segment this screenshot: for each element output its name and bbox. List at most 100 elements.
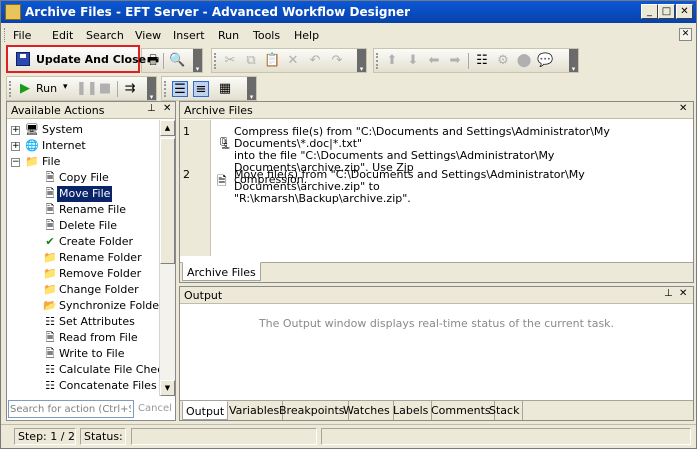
menu-search[interactable]: Search xyxy=(86,29,124,42)
toolbar-separator xyxy=(117,81,118,97)
menu-file[interactable]: File xyxy=(13,29,31,42)
output-close-icon[interactable]: ✕ xyxy=(679,288,687,299)
tab-breakpoints[interactable]: Breakpoints xyxy=(276,401,349,420)
step-2-line: Move file(s) from "C:\Documents and Sett… xyxy=(234,168,585,193)
minimize-button[interactable]: _ xyxy=(641,4,658,19)
text-align-icon[interactable]: ≡ xyxy=(193,81,209,97)
step-1-line: Compress file(s) from "C:\Documents and … xyxy=(234,125,610,150)
step-2-line: "R:\kmarsh\Backup\archive.zip". xyxy=(234,192,411,205)
change-folder-icon: 📁 xyxy=(43,283,57,296)
find-icon[interactable]: 🔍 xyxy=(169,53,185,69)
scroll-thumb[interactable] xyxy=(160,138,175,264)
menu-tools[interactable]: Tools xyxy=(253,29,280,42)
redo-icon[interactable]: ↷ xyxy=(329,53,345,69)
menu-insert[interactable]: Insert xyxy=(173,29,205,42)
step-number: 2 xyxy=(183,168,190,181)
close-button[interactable]: ✕ xyxy=(676,4,693,19)
tab-variables[interactable]: Variables xyxy=(226,401,284,420)
action-search-input[interactable] xyxy=(9,401,131,417)
title-bar[interactable]: Archive Files - EFT Server - Advanced Wo… xyxy=(1,1,696,23)
workflow-editor-panel: Archive Files ✕ 1 🗜 Compress file(s) fro… xyxy=(179,101,694,283)
menu-grip[interactable] xyxy=(4,28,7,42)
tab-output[interactable]: Output xyxy=(182,401,229,420)
step-indicator: Step: 1 / 2 xyxy=(14,428,76,445)
layout-icon[interactable]: ▦ xyxy=(217,81,233,97)
rename-file-icon: 🗎 xyxy=(45,203,55,216)
scroll-down-icon[interactable]: ▼ xyxy=(160,380,175,396)
toolbar-grip[interactable] xyxy=(9,81,12,97)
print-icon[interactable]: 🖶 xyxy=(145,53,161,69)
scroll-up-icon[interactable]: ▲ xyxy=(160,120,175,136)
tree-label: Delete File xyxy=(59,219,118,232)
cut-icon[interactable]: ✂ xyxy=(222,53,238,69)
undo-icon[interactable]: ↶ xyxy=(307,53,323,69)
toolbar-overflow-button[interactable]: ▾ xyxy=(247,77,256,101)
search-cancel-button[interactable]: Cancel xyxy=(138,403,172,414)
tree-scrollbar[interactable]: ▲ ▼ xyxy=(159,120,175,396)
create-folder-icon: ✔ xyxy=(45,235,55,248)
tree-label: Rename Folder xyxy=(59,251,142,264)
menu-edit[interactable]: Edit xyxy=(52,29,73,42)
properties-icon[interactable]: ☷ xyxy=(474,53,490,69)
run-icon[interactable]: ▶ xyxy=(17,81,33,97)
tab-stack[interactable]: Stack xyxy=(486,401,524,420)
tab-watches[interactable]: Watches xyxy=(340,401,394,420)
action-search-box[interactable] xyxy=(8,400,134,418)
panel-close-icon[interactable]: ✕ xyxy=(163,103,171,114)
menu-close-icon[interactable]: ✕ xyxy=(679,28,692,41)
expand-icon[interactable]: + xyxy=(11,126,20,135)
step-down-icon[interactable]: ⬇ xyxy=(405,53,421,69)
delete-icon[interactable]: ✕ xyxy=(285,53,301,69)
collapse-icon[interactable]: − xyxy=(11,158,20,167)
toolbar-overflow-button[interactable]: ▾ xyxy=(569,49,578,73)
expand-icon[interactable]: + xyxy=(11,142,20,151)
write-file-icon: 🗎 xyxy=(45,347,55,360)
pause-icon[interactable]: ❚❚ xyxy=(76,81,98,97)
step-out-icon[interactable]: ➡ xyxy=(447,53,463,69)
tree-label: Concatenate Files xyxy=(59,379,157,392)
comment-icon[interactable]: 💬 xyxy=(537,53,553,69)
status-extra xyxy=(321,428,691,445)
tree-label: Synchronize Folders xyxy=(59,299,159,312)
pin-icon[interactable]: ⊥ xyxy=(664,288,673,299)
menu-help[interactable]: Help xyxy=(294,29,319,42)
step-number: 1 xyxy=(183,125,190,138)
update-and-close-button[interactable]: Update And Close xyxy=(6,45,146,73)
step-2[interactable]: Move file(s) from "C:\Documents and Sett… xyxy=(234,169,674,205)
stop-icon[interactable]: ■ xyxy=(97,81,113,97)
pin-icon[interactable]: ⊥ xyxy=(147,103,156,114)
read-file-icon: 🗎 xyxy=(45,331,55,344)
status-label: Status: xyxy=(80,428,126,445)
step-over-icon[interactable]: ⇉ xyxy=(122,81,138,97)
breakpoint-icon[interactable]: ⬤ xyxy=(516,53,532,69)
tab-comments[interactable]: Comments xyxy=(428,401,495,420)
available-actions-title: Available Actions xyxy=(11,104,105,117)
copy-icon[interactable]: ⧉ xyxy=(243,53,259,69)
toolbar-overflow-button[interactable]: ▾ xyxy=(357,49,366,73)
step-up-icon[interactable]: ⬆ xyxy=(384,53,400,69)
toolbar-grip[interactable] xyxy=(164,81,167,97)
menu-run[interactable]: Run xyxy=(218,29,239,42)
app-icon xyxy=(5,4,21,20)
toolbar-grip[interactable] xyxy=(214,53,217,69)
step-into-icon[interactable]: ⬅ xyxy=(426,53,442,69)
gear-icon[interactable]: ⚙ xyxy=(495,53,511,69)
menu-view[interactable]: View xyxy=(135,29,161,42)
toolbar-overflow-button[interactable]: ▾ xyxy=(147,77,156,101)
tab-labels[interactable]: Labels xyxy=(390,401,433,420)
run-dropdown-icon[interactable]: ▾ xyxy=(63,82,68,92)
line-numbers-icon[interactable]: ☰ xyxy=(172,81,188,97)
tree-label: Write to File xyxy=(59,347,125,360)
editor-close-icon[interactable]: ✕ xyxy=(679,103,687,114)
toolbar-overflow-button[interactable]: ▾ xyxy=(193,49,202,73)
run-button-label[interactable]: Run xyxy=(36,82,57,95)
globe-icon: 🌐 xyxy=(25,139,39,152)
paste-icon[interactable]: 📋 xyxy=(264,53,280,69)
tab-archive-files[interactable]: Archive Files xyxy=(182,262,261,281)
delete-file-icon: 🗎 xyxy=(45,219,55,232)
computer-icon: 🖥 xyxy=(25,123,39,136)
app-window: Archive Files - EFT Server - Advanced Wo… xyxy=(0,0,697,449)
maximize-button[interactable]: □ xyxy=(658,4,675,19)
tree-label: Internet xyxy=(42,139,86,152)
toolbar-grip[interactable] xyxy=(376,53,379,69)
